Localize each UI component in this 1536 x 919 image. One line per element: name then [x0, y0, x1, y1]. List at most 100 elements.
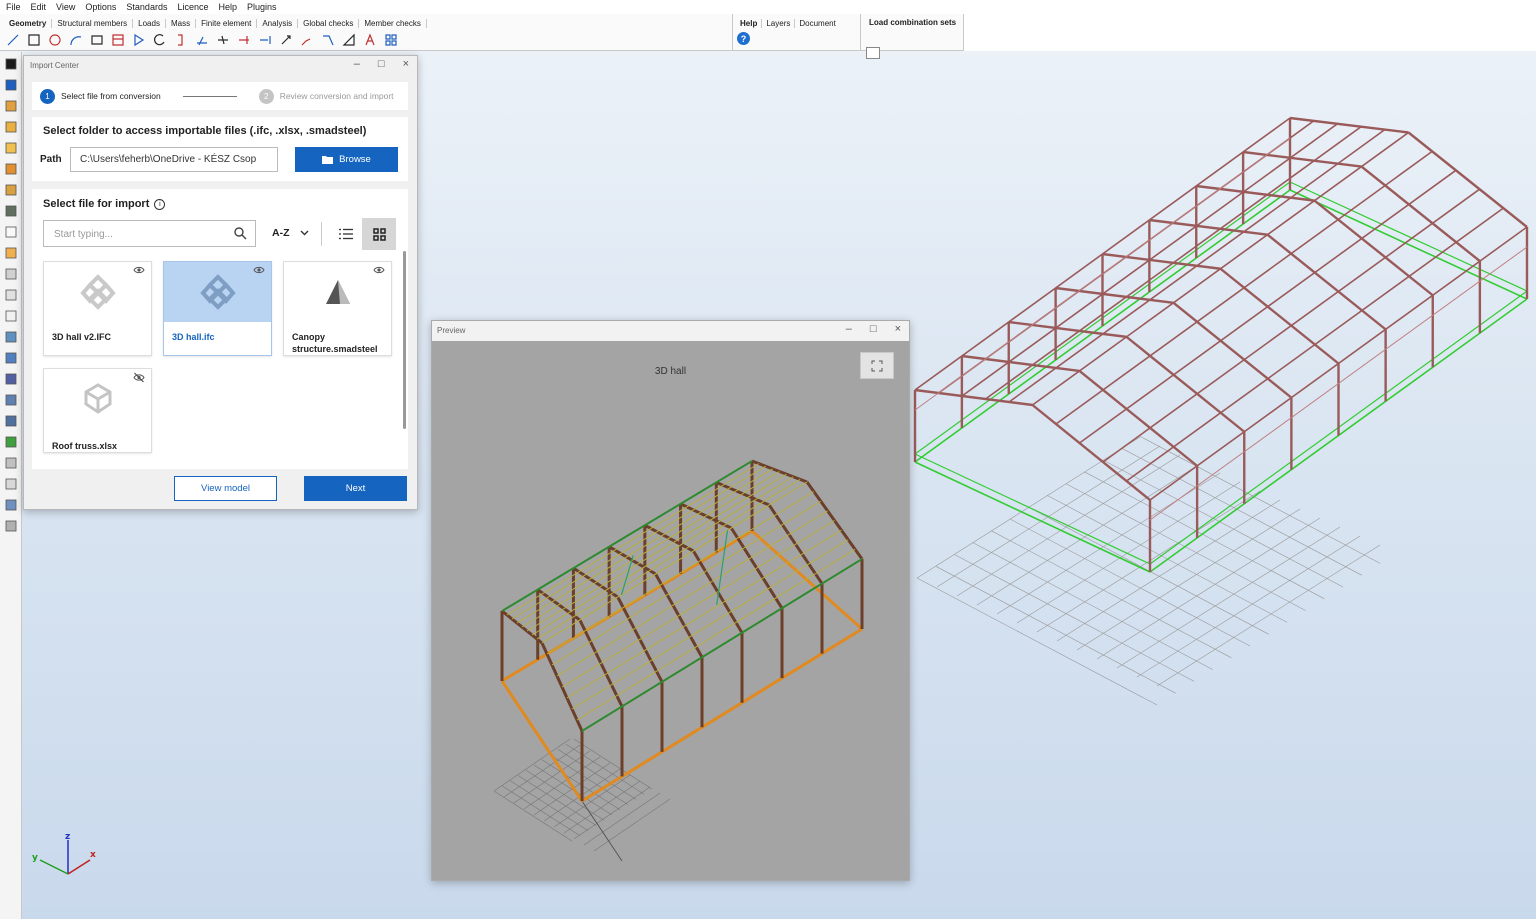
file-card[interactable]: 3D hall v2.IFC	[43, 261, 152, 356]
load-combination-icon[interactable]	[866, 47, 880, 59]
branch-icon[interactable]	[3, 350, 19, 366]
nodes-icon[interactable]	[3, 329, 19, 345]
save-icon[interactable]	[3, 56, 19, 72]
graph-icon[interactable]	[3, 497, 19, 513]
menu-options[interactable]: Options	[85, 2, 116, 12]
close-icon[interactable]: ×	[895, 323, 901, 335]
report-icon[interactable]	[3, 455, 19, 471]
import-icon[interactable]	[3, 98, 19, 114]
copy-icon[interactable]	[3, 287, 19, 303]
tab-finite-element[interactable]: Finite element	[196, 18, 258, 28]
eye-off-icon[interactable]	[133, 372, 145, 383]
page-icon[interactable]	[3, 224, 19, 240]
file-list-scrollbar[interactable]	[403, 251, 406, 429]
text-tool-icon[interactable]	[361, 32, 379, 48]
tab-document[interactable]: Document	[795, 19, 839, 28]
eye-icon[interactable]	[253, 265, 265, 275]
tab-structural-members[interactable]: Structural members	[52, 18, 134, 28]
menu-help[interactable]: Help	[218, 2, 237, 12]
tab-member-checks[interactable]: Member checks	[359, 18, 427, 28]
arc-tool-icon[interactable]	[67, 32, 85, 48]
eye-icon[interactable]	[373, 265, 385, 275]
fillet-tool-icon[interactable]	[340, 32, 358, 48]
preview-3d-view[interactable]	[432, 341, 909, 880]
minimize-icon[interactable]: –	[846, 323, 852, 335]
menu-plugins[interactable]: Plugins	[247, 2, 277, 12]
tab-global-checks[interactable]: Global checks	[298, 18, 360, 28]
line-tool-icon[interactable]	[4, 32, 22, 48]
grid-view-button[interactable]	[362, 218, 396, 250]
sort-dropdown[interactable]: A-Z	[272, 227, 309, 239]
cube-icon-glyph	[5, 121, 16, 133]
menu-view[interactable]: View	[56, 2, 75, 12]
info-icon[interactable]: i	[154, 198, 166, 210]
check-icon[interactable]	[3, 434, 19, 450]
next-button[interactable]: Next	[304, 476, 407, 501]
eye-icon[interactable]	[133, 265, 145, 275]
frame-tool-icon[interactable]	[109, 32, 127, 48]
grid-tool-icon[interactable]	[382, 32, 400, 48]
frame-rafter	[1360, 165, 1481, 263]
network-icon[interactable]	[3, 392, 19, 408]
frame-rafter	[1407, 131, 1528, 228]
tab-layers[interactable]: Layers	[762, 18, 796, 28]
corner-tool-icon[interactable]	[319, 32, 337, 48]
trim-tool-icon[interactable]	[235, 32, 253, 48]
stack-icon[interactable]	[3, 182, 19, 198]
image-icon[interactable]	[3, 476, 19, 492]
browse-button[interactable]: Browse	[295, 147, 398, 172]
folder-icon[interactable]	[3, 266, 19, 282]
menu-licence[interactable]: Licence	[177, 2, 208, 12]
maximize-icon[interactable]: □	[378, 58, 385, 70]
file-card[interactable]: Roof truss.xlsx	[43, 368, 152, 453]
arrow-tool-icon[interactable]	[130, 32, 148, 48]
file-card-selected[interactable]: 3D hall.ifc	[163, 261, 272, 356]
maximize-icon[interactable]: □	[870, 323, 877, 335]
fullscreen-button[interactable]	[860, 352, 894, 379]
view-model-button[interactable]: View model	[174, 476, 277, 501]
tab-help[interactable]: Help	[736, 18, 763, 28]
menu-file[interactable]: File	[6, 2, 21, 12]
undo-icon[interactable]	[3, 77, 19, 93]
transform-icon[interactable]	[3, 413, 19, 429]
layers-icon[interactable]	[3, 161, 19, 177]
break-tool-icon[interactable]	[277, 32, 295, 48]
menu-standards[interactable]: Standards	[126, 2, 167, 12]
tab-loads[interactable]: Loads	[133, 18, 166, 28]
frame-rafter	[1078, 370, 1198, 467]
bracket-tool-icon[interactable]	[172, 32, 190, 48]
circle-tool-icon[interactable]	[46, 32, 64, 48]
minimize-icon[interactable]: –	[354, 58, 360, 70]
file-card[interactable]: Canopy structure.smadsteel	[283, 261, 392, 356]
table-icon[interactable]	[3, 203, 19, 219]
tab-analysis[interactable]: Analysis	[257, 18, 299, 28]
menu-edit[interactable]: Edit	[31, 2, 47, 12]
expand-icon	[871, 360, 883, 371]
chart-icon[interactable]	[3, 371, 19, 387]
image-tool-icon[interactable]	[88, 32, 106, 48]
offset-tool-icon[interactable]	[193, 32, 211, 48]
box-icon[interactable]	[3, 140, 19, 156]
preview-grid-line	[509, 780, 589, 831]
rectangle-tool-icon[interactable]	[25, 32, 43, 48]
page-icon-glyph	[5, 226, 16, 238]
path-input[interactable]: C:\Users\feherb\OneDrive - KÉSZ Csop	[70, 147, 278, 172]
document-icon[interactable]	[3, 308, 19, 324]
undo-icon-glyph	[5, 79, 16, 91]
tab-mass[interactable]: Mass	[166, 18, 197, 28]
window-controls: – □ ×	[354, 58, 409, 70]
extend-tool-icon[interactable]	[256, 32, 274, 48]
list-view-button[interactable]	[332, 220, 360, 247]
cube-icon[interactable]	[3, 119, 19, 135]
search-input[interactable]: Start typing...	[43, 220, 256, 247]
split-tool-icon-glyph	[218, 35, 228, 45]
offset-tool-icon-glyph	[197, 36, 207, 46]
screenshot-icon[interactable]	[3, 518, 19, 534]
split-tool-icon[interactable]	[214, 32, 232, 48]
close-icon[interactable]: ×	[403, 58, 409, 70]
folder-open-icon[interactable]	[3, 245, 19, 261]
rotate-tool-icon[interactable]	[151, 32, 169, 48]
help-icon[interactable]: ?	[737, 32, 750, 45]
tab-geometry[interactable]: Geometry	[4, 18, 53, 28]
connect-tool-icon[interactable]	[298, 32, 316, 48]
